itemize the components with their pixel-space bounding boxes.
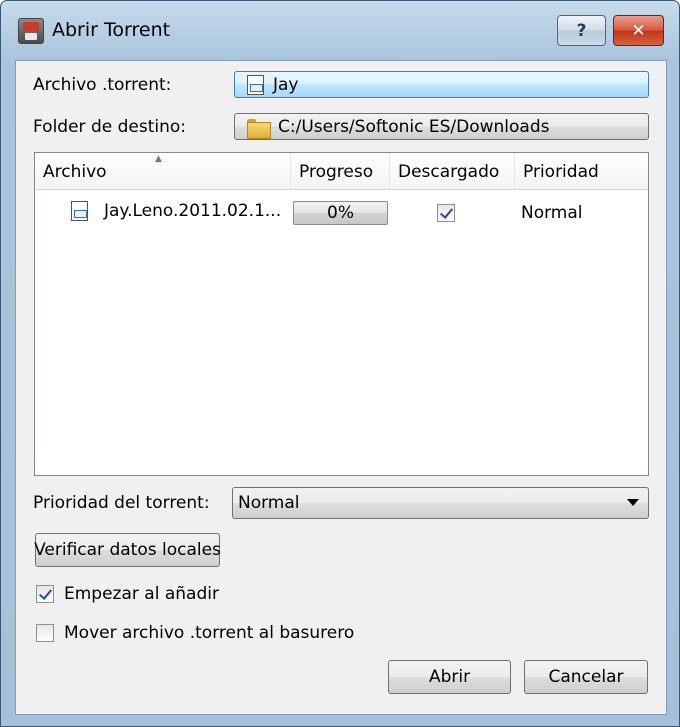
file-priority: Normal	[521, 203, 583, 223]
title-bar[interactable]: Abrir Torrent ? ✕	[1, 1, 679, 59]
close-button[interactable]: ✕	[613, 15, 664, 46]
start-on-add-option[interactable]: Empezar al añadir	[36, 584, 219, 604]
file-name-cell: Jay.Leno.2011.02.1...	[71, 201, 281, 221]
torrent-file-value: Jay	[273, 74, 299, 95]
column-header-progress[interactable]: Progreso	[291, 153, 390, 190]
torrent-file-label: Archivo .torrent:	[33, 75, 172, 95]
torrent-priority-value: Normal	[238, 493, 300, 513]
torrent-priority-select[interactable]: Normal	[232, 487, 649, 519]
downloaded-checkbox-cell	[437, 204, 455, 222]
progress-value: 0%	[327, 203, 354, 223]
chevron-down-icon	[627, 499, 639, 506]
file-icon	[71, 201, 88, 221]
move-torrent-option[interactable]: Mover archivo .torrent al basurero	[36, 623, 354, 643]
close-icon: ✕	[631, 20, 646, 41]
column-header-downloaded[interactable]: Descargado	[390, 153, 515, 190]
torrent-priority-label: Prioridad del torrent:	[33, 493, 210, 513]
column-header-file[interactable]: ▲ Archivo	[35, 153, 291, 190]
file-list[interactable]: ▲ Archivo Progreso Descargado Prioridad …	[34, 152, 649, 476]
help-button[interactable]: ?	[557, 15, 606, 46]
window-title: Abrir Torrent	[52, 19, 171, 41]
start-on-add-checkbox[interactable]	[36, 585, 54, 603]
dialog-content: Archivo .torrent: Jay Folder de destino:…	[15, 60, 667, 715]
destination-folder-button[interactable]: C:/Users/Softonic ES/Downloads	[234, 113, 649, 140]
start-on-add-label: Empezar al añadir	[64, 584, 219, 604]
dialog-window: Abrir Torrent ? ✕ Archivo .torrent: Jay …	[0, 0, 680, 727]
torrent-file-icon	[247, 74, 264, 95]
column-header-priority[interactable]: Prioridad	[515, 153, 648, 190]
file-list-header: ▲ Archivo Progreso Descargado Prioridad	[35, 153, 648, 190]
folder-icon	[247, 117, 271, 139]
torrent-file-button[interactable]: Jay	[234, 71, 649, 98]
verify-local-data-button[interactable]: Verificar datos locales	[34, 533, 221, 567]
cancel-button[interactable]: Cancelar	[524, 660, 648, 694]
sort-ascending-icon: ▲	[155, 154, 162, 164]
progress-bar: 0%	[293, 201, 388, 225]
help-icon: ?	[576, 20, 587, 41]
destination-folder-label: Folder de destino:	[33, 117, 186, 137]
app-icon	[18, 18, 44, 44]
file-row[interactable]: Jay.Leno.2011.02.1... 0% Normal	[35, 191, 648, 231]
file-name: Jay.Leno.2011.02.1...	[104, 201, 282, 221]
move-torrent-label: Mover archivo .torrent al basurero	[64, 623, 355, 643]
downloaded-checkbox[interactable]	[437, 204, 455, 222]
destination-folder-value: C:/Users/Softonic ES/Downloads	[278, 116, 550, 137]
move-torrent-checkbox[interactable]	[36, 624, 54, 642]
open-button[interactable]: Abrir	[388, 660, 511, 694]
